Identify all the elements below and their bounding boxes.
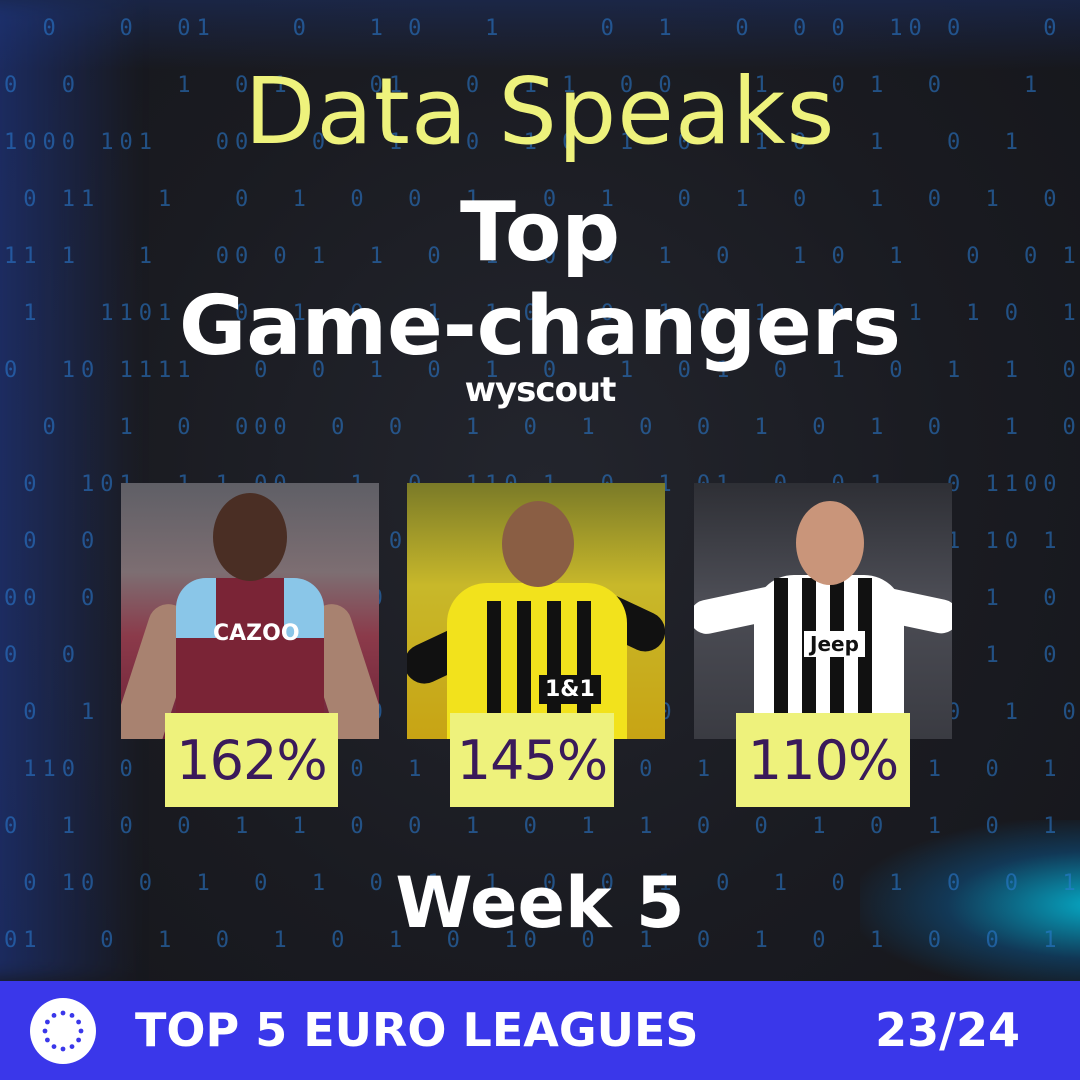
subtitle-line-1: Top [459, 185, 621, 280]
kit-sponsor-text: CAZOO [213, 621, 300, 646]
stat-badge-1: 162% [165, 713, 338, 807]
player-photo-3: Jeep [694, 483, 952, 739]
kit-sponsor-text: Jeep [804, 631, 865, 657]
kit-sponsor-text: 1&1 [539, 675, 601, 704]
season-label: 23/24 [875, 1003, 1020, 1057]
page-title: Data Speaks [244, 58, 836, 165]
footer-bar: TOP 5 EURO LEAGUES 23/24 [0, 981, 1080, 1080]
stat-badge-2: 145% [450, 713, 614, 807]
player-photo-2: 1&1 [407, 483, 665, 739]
eu-stars-icon [30, 998, 96, 1064]
graphic-canvas: 0 0 01 0 1 0 1 0 1 0 0 0 10 0 0 0 0 0 1 … [0, 0, 1080, 1080]
wyscout-logo: wyscout [464, 370, 617, 410]
player-photo-1: CAZOO [121, 483, 379, 739]
week-label: Week 5 [395, 862, 685, 944]
league-label: TOP 5 EURO LEAGUES [135, 1003, 699, 1057]
stat-badge-3: 110% [736, 713, 910, 807]
subtitle-line-2: Game-changers [179, 279, 901, 374]
